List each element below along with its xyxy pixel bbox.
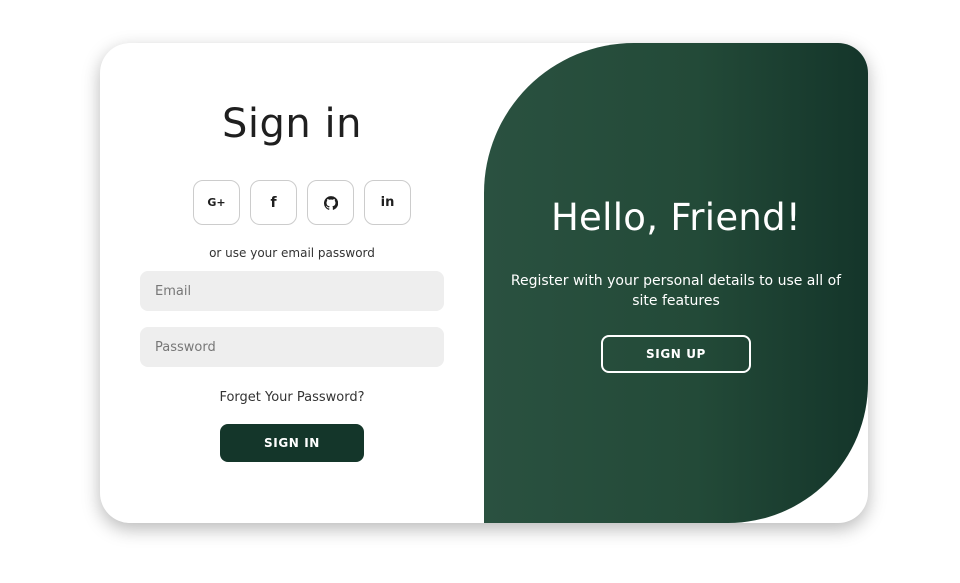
social-icons: G+ f in bbox=[193, 180, 411, 225]
github-icon bbox=[323, 195, 338, 210]
google-plus-icon: G+ bbox=[207, 196, 226, 209]
facebook-icon: f bbox=[270, 194, 277, 211]
facebook-button[interactable]: f bbox=[250, 180, 297, 225]
auth-card: Sign in G+ f in or use your email passwo… bbox=[100, 43, 868, 523]
sign-up-button[interactable]: SIGN UP bbox=[601, 335, 751, 373]
linkedin-icon: in bbox=[380, 195, 395, 210]
google-plus-button[interactable]: G+ bbox=[193, 180, 240, 225]
toggle-subtitle: Register with your personal details to u… bbox=[510, 273, 842, 309]
email-field[interactable] bbox=[140, 271, 444, 311]
github-button[interactable] bbox=[307, 180, 354, 225]
linkedin-button[interactable]: in bbox=[364, 180, 411, 225]
toggle-panel: Hello, Friend! Register with your person… bbox=[484, 43, 868, 523]
toggle-title: Hello, Friend! bbox=[550, 196, 802, 239]
sign-in-title: Sign in bbox=[222, 101, 362, 147]
password-field[interactable] bbox=[140, 327, 444, 367]
sign-in-button[interactable]: SIGN IN bbox=[220, 424, 364, 462]
alt-sign-in-text: or use your email password bbox=[209, 246, 375, 260]
forgot-password-link[interactable]: Forget Your Password? bbox=[100, 390, 484, 405]
sign-in-form: Sign in G+ f in or use your email passwo… bbox=[100, 43, 484, 523]
